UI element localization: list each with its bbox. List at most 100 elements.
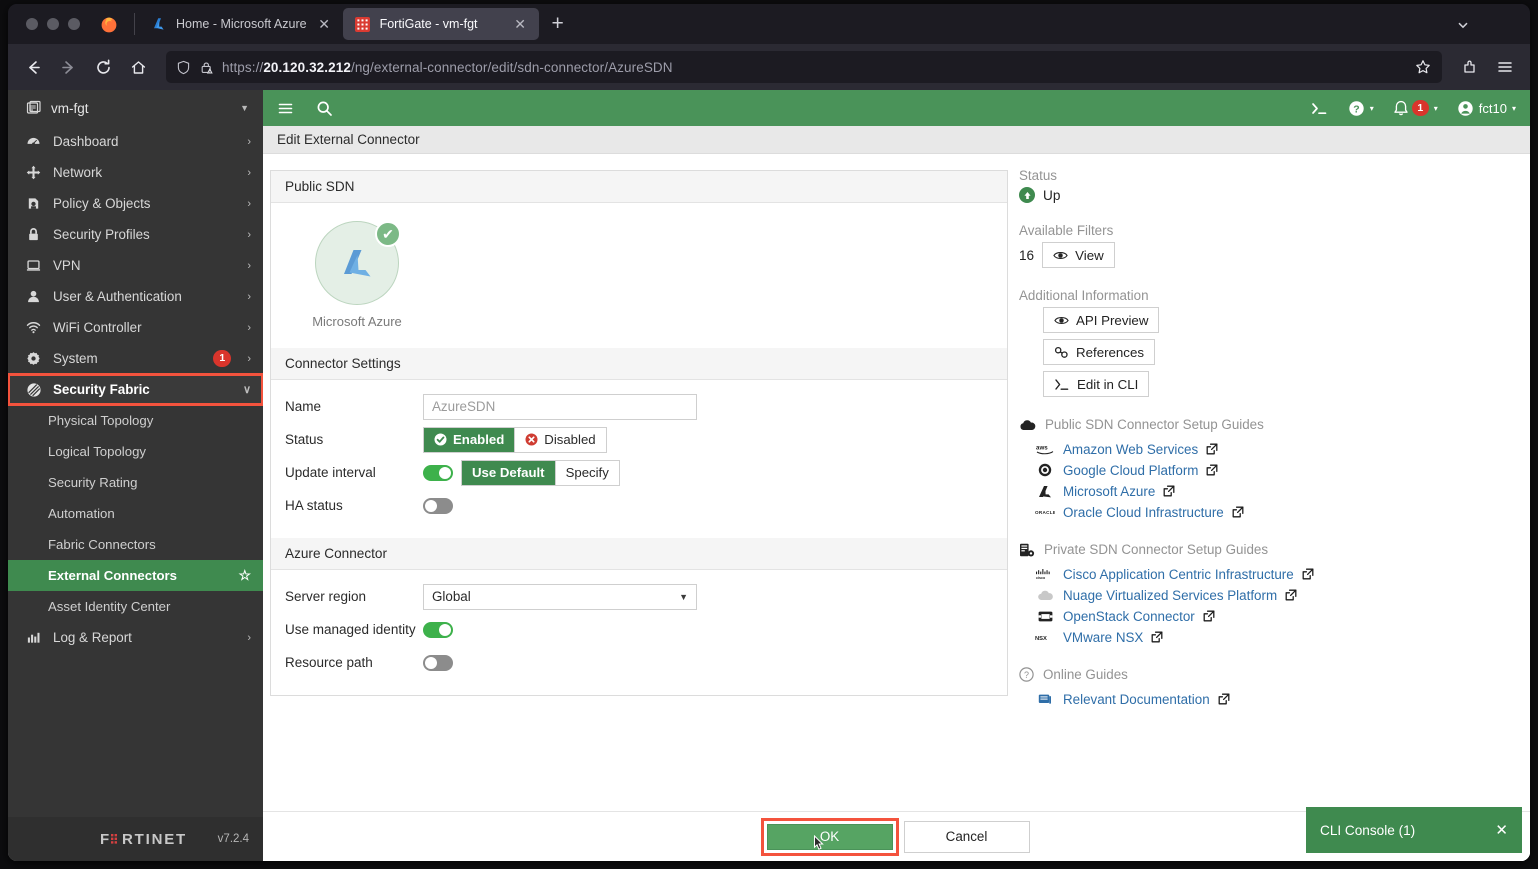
browser-window: Home - Microsoft Azure ✕ FortiGate - vm-…	[8, 4, 1530, 861]
field-row-name: Name	[285, 392, 993, 421]
specify-button[interactable]: Specify	[554, 460, 619, 485]
status-enabled-button[interactable]: Enabled	[424, 427, 515, 452]
cli-console-panel[interactable]: CLI Console (1) ✕	[1306, 807, 1522, 853]
form-card: Public SDN ✔ Microsoft Azure Connector S…	[270, 170, 1008, 697]
window-maximize-button[interactable]	[68, 18, 80, 30]
guide-link-cisco-aci[interactable]: cisco Cisco Application Centric Infrastr…	[1035, 564, 1530, 584]
additional-information-block: Additional Information API Preview Refer…	[1019, 288, 1530, 397]
guide-link-openstack[interactable]: OpenStack Connector	[1035, 606, 1530, 626]
online-guides-list: Relevant Documentation	[1019, 689, 1530, 709]
sidebar-subitem-label: External Connectors	[48, 568, 177, 583]
favorite-star-icon[interactable]: ☆	[238, 567, 251, 584]
aws-icon: aws	[1035, 443, 1055, 455]
guide-link-relevant-documentation[interactable]: Relevant Documentation	[1035, 689, 1530, 709]
help-circle-icon: ?	[1019, 667, 1034, 682]
back-button[interactable]	[17, 51, 49, 83]
update-interval-mode-group: Use Default Specify	[461, 459, 620, 486]
sidebar-item-automation[interactable]: Automation	[8, 498, 263, 529]
sidebar-item-network[interactable]: Network ›	[8, 157, 263, 188]
firefox-logo-icon	[96, 11, 122, 37]
help-icon[interactable]: ?	[1348, 100, 1365, 117]
list-all-tabs-chevron-down-icon[interactable]	[1452, 14, 1474, 36]
guide-label: Relevant Documentation	[1063, 691, 1210, 707]
window-controls[interactable]	[14, 18, 92, 30]
close-icon[interactable]: ✕	[1495, 821, 1508, 839]
sidebar-item-logical-topology[interactable]: Logical Topology	[8, 436, 263, 467]
guide-link-oracle[interactable]: ORACLE Oracle Cloud Infrastructure	[1035, 502, 1530, 522]
new-tab-button[interactable]: +	[543, 9, 573, 39]
guide-link-gcp[interactable]: Google Cloud Platform	[1035, 460, 1530, 480]
home-button[interactable]	[122, 51, 154, 83]
filters-count: 16	[1019, 247, 1035, 263]
sidebar-item-security-rating[interactable]: Security Rating	[8, 467, 263, 498]
view-filters-button[interactable]: View	[1042, 242, 1115, 268]
vdom-selector[interactable]: vm-fgt ▼	[8, 90, 263, 126]
hamburger-icon[interactable]	[277, 100, 294, 117]
insecure-lock-icon[interactable]	[199, 60, 214, 75]
cli-icon[interactable]	[1310, 100, 1329, 117]
ok-button[interactable]: OK	[766, 823, 893, 850]
sidebar-item-asset-identity-center[interactable]: Asset Identity Center	[8, 591, 263, 622]
tab-close-button[interactable]: ✕	[512, 16, 529, 33]
address-bar[interactable]: https://20.120.32.212/ng/external-connec…	[166, 51, 1442, 83]
guide-label: OpenStack Connector	[1063, 608, 1195, 624]
chevron-down-icon: ▾	[1433, 103, 1438, 113]
sidebar-item-policy-objects[interactable]: Policy & Objects ›	[8, 188, 263, 219]
alerts-menu[interactable]: 1 ▾	[1393, 100, 1438, 117]
svg-text:?: ?	[1353, 103, 1359, 115]
sidebar-item-security-fabric[interactable]: Security Fabric ∨	[8, 373, 263, 406]
browser-tab-azure[interactable]: Home - Microsoft Azure ✕	[139, 8, 343, 40]
use-managed-identity-toggle[interactable]	[423, 621, 453, 638]
guide-link-azure[interactable]: Microsoft Azure	[1035, 481, 1530, 501]
status-disabled-label: Disabled	[544, 432, 596, 448]
status-block: Status Up	[1019, 168, 1530, 203]
sidebar-item-system[interactable]: System 1 ›	[8, 343, 263, 374]
cisco-icon: cisco	[1035, 568, 1055, 580]
ha-status-toggle[interactable]	[423, 497, 453, 514]
sidebar-item-physical-topology[interactable]: Physical Topology	[8, 405, 263, 436]
name-input[interactable]	[423, 393, 697, 420]
edit-connector-body: Public SDN ✔ Microsoft Azure Connector S…	[263, 154, 1530, 861]
window-minimize-button[interactable]	[47, 18, 59, 30]
user-menu[interactable]: fct10 ▾	[1457, 100, 1516, 117]
sidebar-item-fabric-connectors[interactable]: Fabric Connectors	[8, 529, 263, 560]
search-icon[interactable]	[316, 100, 333, 117]
cancel-button[interactable]: Cancel	[903, 820, 1030, 853]
sidebar-item-security-profiles[interactable]: Security Profiles ›	[8, 219, 263, 250]
gcp-icon	[1035, 463, 1055, 477]
sidebar-item-dashboard[interactable]: Dashboard ›	[8, 126, 263, 157]
guide-link-vmware-nsx[interactable]: NSX VMware NSX	[1035, 627, 1530, 647]
sidebar-item-vpn[interactable]: VPN ›	[8, 250, 263, 281]
forward-button[interactable]	[52, 51, 84, 83]
resource-path-toggle[interactable]	[423, 654, 453, 671]
guide-link-aws[interactable]: aws Amazon Web Services	[1035, 439, 1530, 459]
sdn-tile-microsoft-azure[interactable]: ✔ Microsoft Azure	[303, 221, 411, 330]
edit-in-cli-button[interactable]: Edit in CLI	[1043, 371, 1150, 397]
server-region-select[interactable]: Global ▼	[423, 583, 697, 610]
chevron-down-icon[interactable]: ▼	[240, 103, 249, 113]
reload-button[interactable]	[87, 51, 119, 83]
use-default-button[interactable]: Use Default	[462, 460, 555, 485]
api-preview-button[interactable]: API Preview	[1043, 307, 1160, 333]
sidebar-item-external-connectors[interactable]: External Connectors ☆	[8, 560, 263, 591]
guide-link-nuage[interactable]: Nuage Virtualized Services Platform	[1035, 585, 1530, 605]
sidebar-item-wifi-controller[interactable]: WiFi Controller ›	[8, 312, 263, 343]
references-button[interactable]: References	[1043, 339, 1155, 365]
public-sdn-guides-block: Public SDN Connector Setup Guides aws Am…	[1019, 417, 1530, 522]
status-disabled-button[interactable]: Disabled	[514, 427, 606, 452]
online-guides-heading-row: ? Online Guides	[1019, 667, 1530, 682]
bookmark-star-icon[interactable]	[1410, 54, 1436, 80]
extensions-button[interactable]	[1454, 51, 1486, 83]
bell-icon[interactable]	[1393, 100, 1409, 117]
link-icon	[1054, 346, 1069, 359]
app-menu-button[interactable]	[1489, 51, 1521, 83]
browser-tab-fortigate[interactable]: FortiGate - vm-fgt ✕	[342, 8, 539, 40]
tab-close-button[interactable]: ✕	[316, 16, 333, 33]
sidebar-item-log-report[interactable]: Log & Report ›	[8, 622, 263, 653]
update-interval-toggle[interactable]	[423, 464, 453, 481]
mouse-cursor	[812, 834, 826, 851]
window-close-button[interactable]	[26, 18, 38, 30]
alert-count-badge: 1	[1411, 100, 1429, 116]
help-menu[interactable]: ? ▾	[1348, 100, 1374, 117]
sidebar-item-user-authentication[interactable]: User & Authentication ›	[8, 281, 263, 312]
